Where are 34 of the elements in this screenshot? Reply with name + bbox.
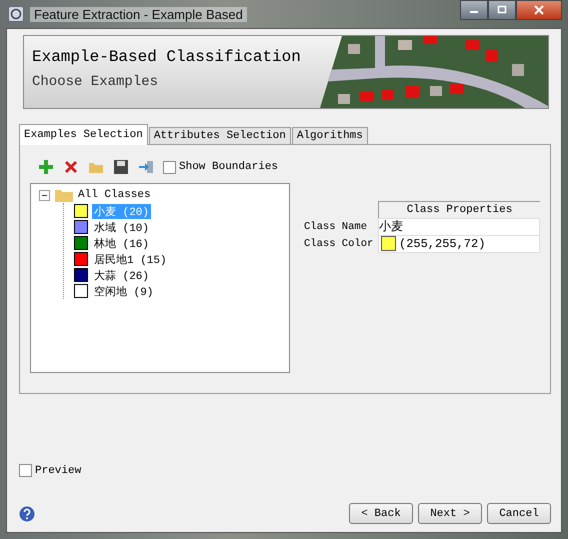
folder-icon: [55, 188, 73, 202]
property-name: Class Name: [303, 220, 368, 232]
import-icon[interactable]: [138, 159, 154, 175]
tree-item[interactable]: 空闲地 (9): [92, 284, 156, 298]
maximize-icon: [497, 5, 507, 15]
wizard-button[interactable]: < Back: [349, 503, 413, 524]
delete-icon[interactable]: [63, 159, 79, 175]
tree-item[interactable]: 林地 (16): [92, 236, 152, 250]
collapse-icon[interactable]: [39, 190, 50, 200]
banner-subtitle: Choose Examples: [32, 74, 158, 90]
preview-checkbox[interactable]: Preview: [19, 464, 551, 477]
close-button[interactable]: [516, 0, 562, 20]
window-title: Feature Extraction - Example Based: [30, 6, 247, 22]
save-icon[interactable]: [113, 159, 129, 175]
tree-item[interactable]: All Classes: [76, 189, 153, 201]
tree-item[interactable]: 居民地1 (15): [92, 252, 169, 266]
tree-item[interactable]: 水域 (10): [92, 220, 152, 234]
close-icon: [534, 5, 544, 15]
property-value[interactable]: (255,255,72): [378, 234, 540, 252]
tab[interactable]: Algorithms: [292, 127, 368, 144]
tab[interactable]: Attributes Selection: [148, 127, 291, 144]
wizard-button[interactable]: Next >: [418, 503, 482, 524]
tree-item[interactable]: 大蒜 (26): [92, 268, 152, 282]
tab[interactable]: Examples Selection: [19, 124, 148, 145]
property-name: Class Color: [303, 238, 374, 250]
maximize-button[interactable]: [488, 0, 516, 20]
show-boundaries-checkbox[interactable]: Show Boundaries: [163, 160, 278, 174]
wizard-button[interactable]: Cancel: [487, 503, 551, 524]
property-value[interactable]: 小麦: [378, 218, 540, 236]
plus-icon[interactable]: [38, 159, 54, 175]
app-icon: [8, 6, 24, 22]
minimize-button[interactable]: [460, 0, 488, 20]
help-icon[interactable]: [19, 506, 35, 522]
banner-title: Example-Based Classification: [32, 48, 301, 66]
